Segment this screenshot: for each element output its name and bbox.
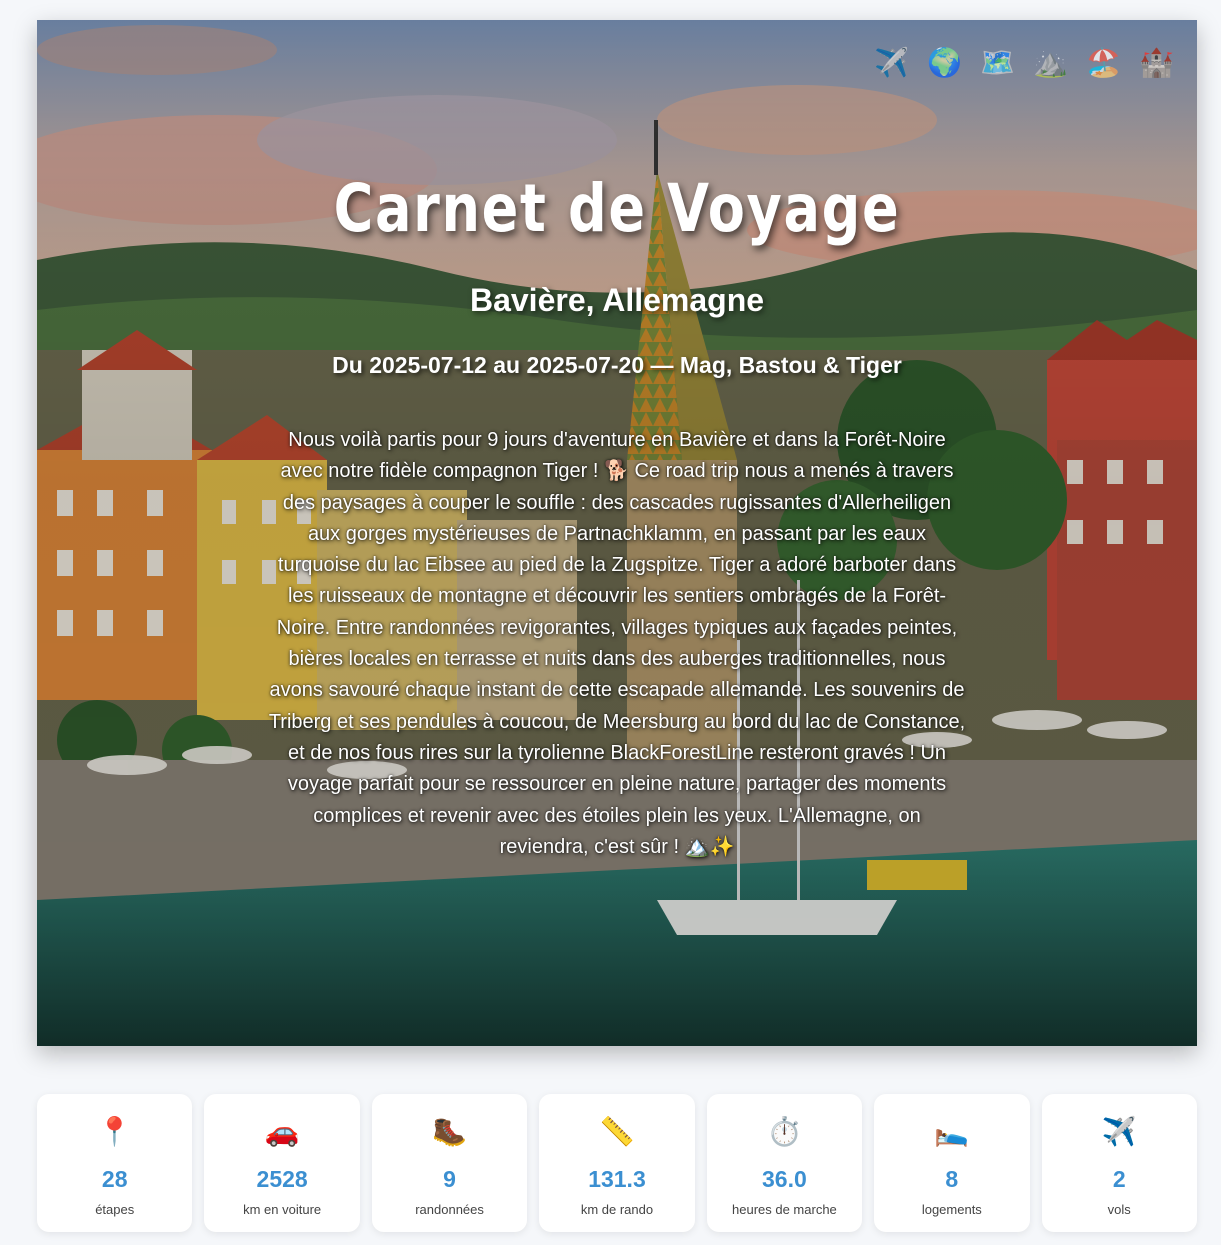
stat-card-km-rando: 📏 131.3 km de rando xyxy=(539,1094,695,1232)
beach-umbrella-icon: 🏖️ xyxy=(1086,46,1121,79)
stat-value: 28 xyxy=(101,1166,128,1192)
stat-label: km de rando xyxy=(580,1202,654,1217)
globe-icon: 🌍 xyxy=(927,46,962,79)
trip-dates: Du 2025-07-12 au 2025-07-20 — Mag, Basto… xyxy=(332,352,902,378)
stat-value: 131.3 xyxy=(588,1166,646,1192)
stat-card-logements: 🛌 8 logements xyxy=(874,1094,1030,1232)
stat-label: logements xyxy=(921,1202,982,1217)
hiking-boot-icon: 🥾 xyxy=(432,1115,467,1148)
page-title: Carnet de Voyage xyxy=(333,170,901,247)
hero-banner: ✈️ 🌍 🗺️ ⛰️ 🏖️ 🏰 Carnet de Voyage Bavière… xyxy=(37,20,1197,1046)
stat-label: vols xyxy=(1107,1202,1131,1217)
stat-label: heures de marche xyxy=(732,1202,837,1217)
stat-card-randonnees: 🥾 9 randonnées xyxy=(371,1094,528,1232)
stats-row: 📍 28 étapes 🚗 2528 km en voiture 🥾 9 ran… xyxy=(37,1094,1197,1234)
stat-label: randonnées xyxy=(415,1202,484,1217)
stat-card-heures-marche: ⏱️ 36.0 heures de marche xyxy=(706,1094,863,1232)
airplane-icon: ✈️ xyxy=(874,46,909,79)
map-icon: 🗺️ xyxy=(980,46,1015,79)
stat-card-etapes: 📍 28 étapes xyxy=(37,1094,193,1232)
stat-value: 2528 xyxy=(256,1166,308,1192)
airplane-icon: ✈️ xyxy=(1101,1115,1137,1148)
trip-description: Nous voilà partis pour 9 jours d'aventur… xyxy=(268,429,966,858)
stat-value: 9 xyxy=(443,1166,456,1192)
decorative-icon-row: ✈️ 🌍 🗺️ ⛰️ 🏖️ 🏰 xyxy=(874,46,1174,80)
stat-card-vols: ✈️ 2 vols xyxy=(1041,1094,1197,1232)
ruler-icon: 📏 xyxy=(599,1115,635,1148)
bed-icon: 🛌 xyxy=(934,1115,970,1148)
stat-value: 36.0 xyxy=(762,1166,807,1192)
pin-icon: 📍 xyxy=(97,1115,133,1148)
castle-icon: 🏰 xyxy=(1139,46,1174,79)
stat-card-km-voiture: 🚗 2528 km en voiture xyxy=(204,1094,360,1232)
stat-label: étapes xyxy=(95,1202,135,1217)
stopwatch-icon: ⏱️ xyxy=(766,1115,802,1148)
mountain-icon: ⛰️ xyxy=(1033,46,1068,79)
page: ✈️ 🌍 🗺️ ⛰️ 🏖️ 🏰 Carnet de Voyage Bavière… xyxy=(0,0,1221,1245)
stat-label: km en voiture xyxy=(243,1202,322,1217)
stat-value: 2 xyxy=(1112,1166,1126,1192)
stat-value: 8 xyxy=(945,1166,959,1192)
car-icon: 🚗 xyxy=(264,1115,300,1148)
destination-subtitle: Bavière, Allemagne xyxy=(469,282,765,318)
